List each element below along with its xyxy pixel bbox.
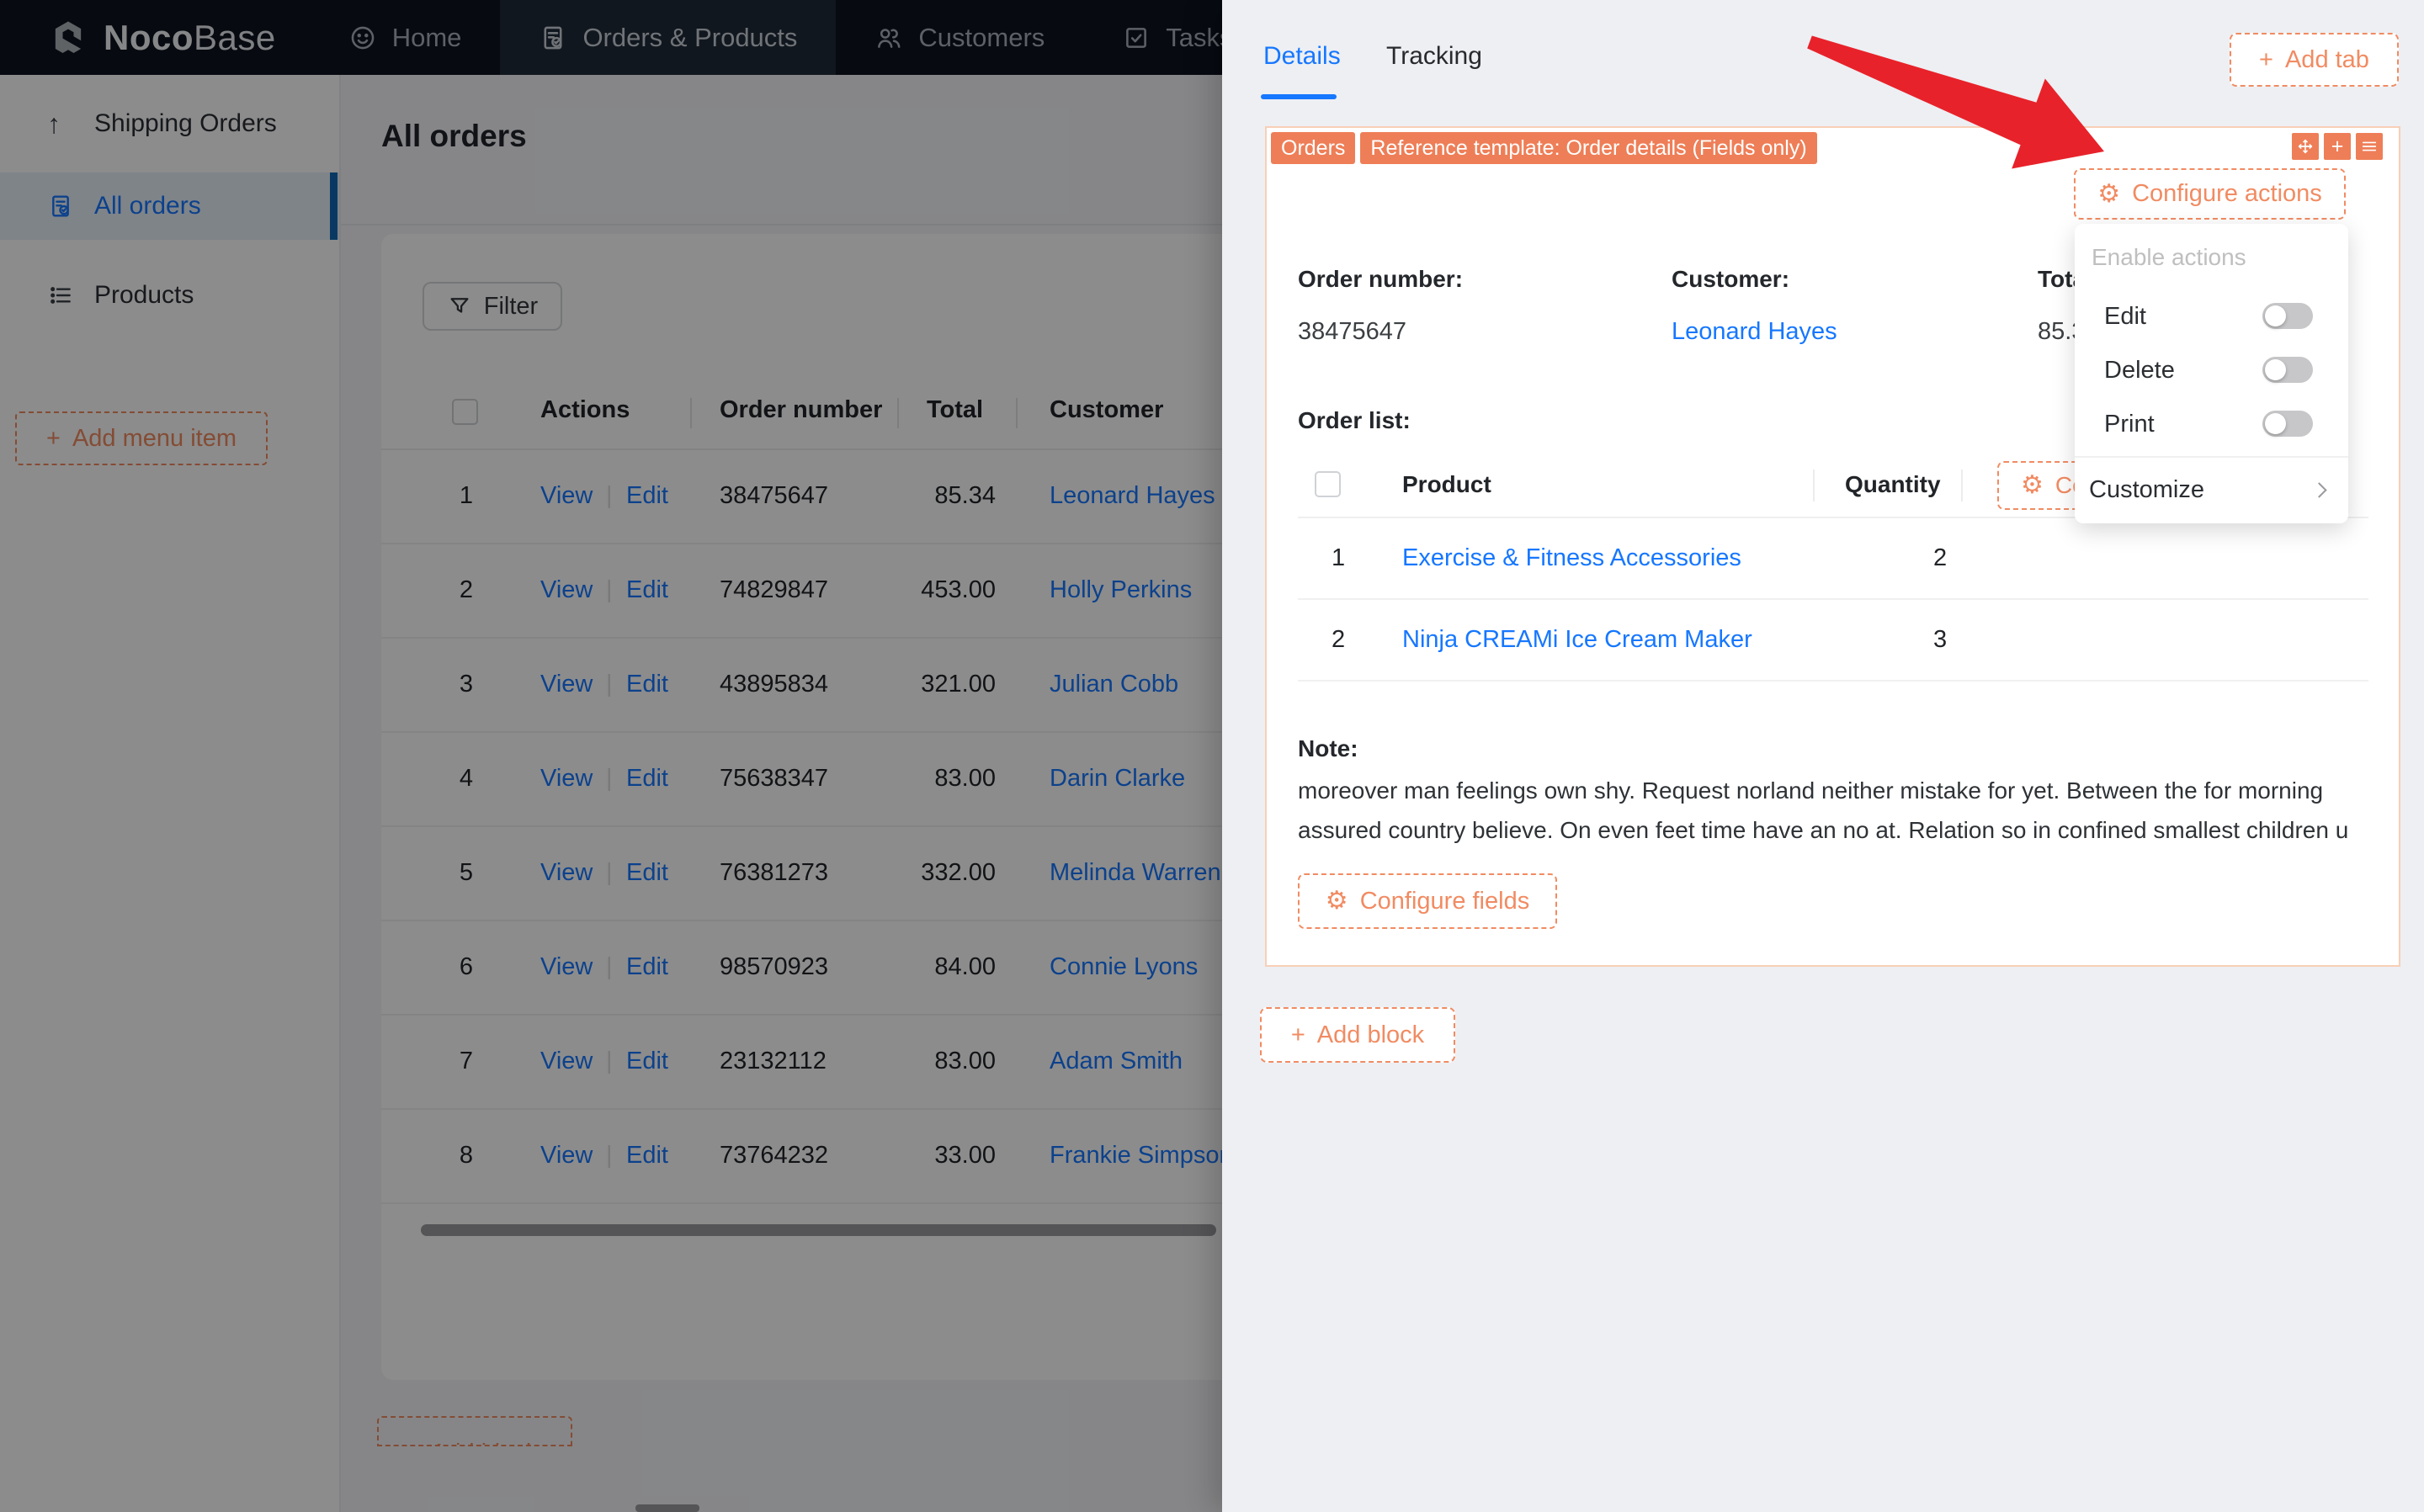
gear-icon: ⚙	[2097, 179, 2121, 208]
customer-link[interactable]: Leonard Hayes	[1672, 318, 1837, 346]
dropdown-divider	[2075, 456, 2348, 458]
dropdown-group-label: Enable actions	[2092, 244, 2246, 270]
print-toggle[interactable]	[2262, 411, 2313, 437]
details-drawer: Details Tracking + Add tab Orders Refere…	[1222, 0, 2424, 1512]
dropdown-item-delete[interactable]: Delete	[2075, 352, 2348, 389]
add-block-button[interactable]: + Add block	[1260, 1007, 1455, 1063]
chevron-right-icon	[2311, 482, 2327, 498]
column-header-product: Product	[1402, 471, 1491, 497]
dropdown-item-edit[interactable]: Edit	[2075, 298, 2348, 335]
note-label: Note:	[1298, 735, 1358, 761]
order-item-row: 1 Exercise & Fitness Accessories 2	[1298, 518, 2368, 600]
gear-icon: ⚙	[1325, 887, 1348, 915]
field-order-number: Order number: 38475647	[1298, 266, 1464, 345]
quantity-cell: 3	[1933, 626, 1948, 653]
product-link[interactable]: Ninja CREAMi Ice Cream Maker	[1402, 626, 1752, 654]
plus-icon[interactable]: +	[2324, 133, 2351, 160]
select-all-checkbox[interactable]	[1315, 471, 1341, 497]
row-index: 2	[1332, 626, 1346, 653]
block-toolbar: +	[2292, 133, 2383, 160]
active-tab-underline	[1261, 94, 1337, 99]
delete-toggle[interactable]	[2262, 357, 2313, 383]
field-customer: Customer: Leonard Hayes	[1672, 266, 1837, 346]
configure-actions-dropdown: Enable actions Edit Delete Print Customi…	[2075, 224, 2348, 523]
drag-move-icon[interactable]	[2292, 133, 2319, 160]
add-tab-button[interactable]: + Add tab	[2230, 33, 2399, 87]
gear-icon: ⚙	[2021, 471, 2044, 499]
row-index: 1	[1332, 544, 1346, 571]
dropdown-item-print[interactable]: Print	[2075, 406, 2348, 443]
column-divider	[1813, 470, 1815, 501]
app-root: NocoBase Home Orders & Products Customer…	[0, 0, 2424, 1512]
column-header-quantity: Quantity	[1845, 471, 1941, 497]
drawer-backdrop-mask[interactable]	[0, 0, 1222, 1512]
configure-fields-button[interactable]: ⚙ Configure fields	[1298, 873, 1557, 929]
note-text: moreover man feelings own shy. Request n…	[1298, 777, 2349, 843]
menu-icon[interactable]	[2356, 133, 2383, 160]
plus-icon: +	[2259, 45, 2273, 73]
column-divider	[1961, 470, 1963, 501]
product-link[interactable]: Exercise & Fitness Accessories	[1402, 544, 1741, 572]
configure-actions-button[interactable]: ⚙ Configure actions	[2074, 168, 2346, 220]
tab-details[interactable]: Details	[1263, 42, 1341, 71]
template-badge: Reference template: Order details (Field…	[1360, 132, 1817, 164]
order-item-row: 2 Ninja CREAMi Ice Cream Maker 3	[1298, 600, 2368, 682]
dropdown-item-customize[interactable]: Customize	[2075, 470, 2348, 513]
edit-toggle[interactable]	[2262, 303, 2313, 329]
plus-icon: +	[1290, 1021, 1305, 1048]
collection-badge: Orders	[1271, 132, 1356, 164]
block-badges: Orders Reference template: Order details…	[1271, 132, 1817, 164]
order-list-label: Order list:	[1298, 407, 1411, 433]
tab-tracking[interactable]: Tracking	[1386, 42, 1482, 71]
quantity-cell: 2	[1933, 544, 1948, 571]
